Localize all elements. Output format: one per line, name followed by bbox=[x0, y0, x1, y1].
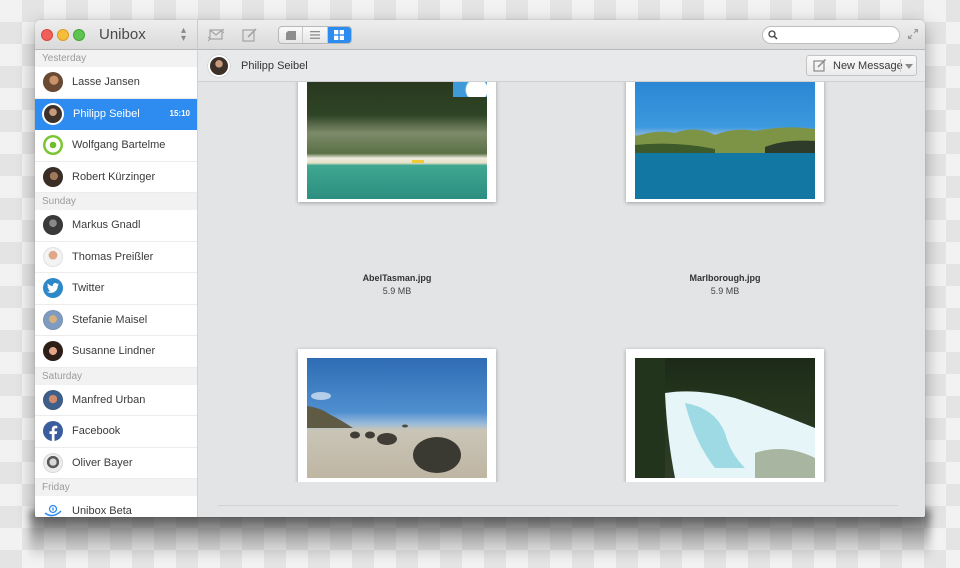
contact-name: Robert Kürzinger bbox=[72, 170, 156, 183]
split-divider bbox=[900, 59, 901, 72]
section-header-saturday: Saturday bbox=[35, 367, 197, 385]
contact-susanne-lindner[interactable]: Susanne Lindner bbox=[35, 336, 197, 368]
contact-name: Susanne Lindner bbox=[72, 345, 156, 358]
contact-oliver-bayer[interactable]: Oliver Bayer bbox=[35, 448, 197, 479]
toolbar-divider bbox=[197, 20, 198, 50]
avatar bbox=[43, 309, 63, 330]
contact-name: Stefanie Maisel bbox=[72, 313, 148, 326]
search-field[interactable] bbox=[762, 26, 900, 44]
fullscreen-icon[interactable] bbox=[907, 28, 919, 40]
conversation-view-icon bbox=[285, 30, 296, 40]
contact-thomas-preissler[interactable]: Thomas Preißler bbox=[35, 242, 197, 273]
toolbar: Unibox ▴ ▾ bbox=[35, 20, 925, 50]
attachment-thumbnail[interactable] bbox=[626, 82, 824, 202]
photo-waterfall bbox=[635, 358, 815, 478]
contact-stefanie-maisel[interactable]: Stefanie Maisel bbox=[35, 305, 197, 336]
section-header-yesterday: Yesterday bbox=[35, 50, 197, 67]
attachment-thumbnail[interactable] bbox=[298, 82, 496, 202]
avatar bbox=[43, 72, 63, 93]
contact-twitter[interactable]: Twitter bbox=[35, 273, 197, 305]
app-window: Unibox ▴ ▾ Yesterday Lasse Jansen Philip… bbox=[35, 20, 925, 517]
compose-icon[interactable] bbox=[241, 27, 259, 43]
twitter-logo-icon bbox=[43, 278, 63, 299]
new-message-button[interactable]: New Message bbox=[806, 55, 917, 76]
contact-name: Thomas Preißler bbox=[72, 250, 154, 263]
unibox-logo-icon bbox=[43, 501, 63, 517]
contact-robert-kurzinger[interactable]: Robert Kürzinger bbox=[35, 162, 197, 193]
avatar bbox=[43, 389, 63, 410]
list-view-icon bbox=[309, 31, 320, 39]
avatar bbox=[43, 166, 63, 187]
avatar bbox=[42, 102, 64, 125]
view-list-button[interactable] bbox=[303, 27, 328, 43]
contact-name: Wolfgang Bartelme bbox=[72, 139, 166, 152]
get-mail-icon[interactable] bbox=[207, 27, 225, 43]
section-header-sunday: Sunday bbox=[35, 193, 197, 210]
message-time: 15:10 bbox=[169, 109, 190, 119]
conversation-header: Philipp Seibel New Message bbox=[198, 50, 925, 82]
photo-bay-hills bbox=[635, 82, 815, 199]
contact-lasse-jansen[interactable]: Lasse Jansen bbox=[35, 67, 197, 99]
bartelme-logo-icon bbox=[43, 135, 63, 156]
avatar bbox=[43, 452, 63, 473]
attachment-thumbnail[interactable] bbox=[626, 349, 824, 482]
view-conversation-button[interactable] bbox=[279, 27, 304, 43]
attachment-thumbnail[interactable] bbox=[298, 349, 496, 482]
contact-name: Facebook bbox=[72, 425, 121, 438]
photo-boulders-beach bbox=[307, 358, 487, 478]
close-window-button[interactable] bbox=[41, 29, 53, 41]
conversation-contact-name: Philipp Seibel bbox=[241, 60, 308, 72]
conversation-list: Yesterday Lasse Jansen Philipp Seibel 15… bbox=[35, 50, 198, 517]
compose-icon bbox=[813, 59, 827, 72]
contact-facebook[interactable]: Facebook bbox=[35, 416, 197, 448]
attachments-gallery: AbelTasman.jpg 5.9 MB Marlborough.jpg 5.… bbox=[198, 82, 925, 482]
conversation-panel: Philipp Seibel New Message AbelTasman.jp… bbox=[198, 50, 925, 517]
contact-name: Markus Gnadl bbox=[72, 219, 141, 232]
contact-markus-gnadl[interactable]: Markus Gnadl bbox=[35, 210, 197, 242]
contact-unibox-beta[interactable]: Unibox Beta bbox=[35, 496, 197, 517]
view-mode-segmented-control bbox=[278, 26, 352, 44]
contact-name: Unibox Beta bbox=[72, 505, 132, 517]
contact-name: Manfred Urban bbox=[72, 393, 146, 406]
contact-name: Oliver Bayer bbox=[72, 456, 133, 469]
photo-forest-beach bbox=[307, 82, 487, 199]
search-input[interactable] bbox=[781, 28, 891, 42]
contact-name: Lasse Jansen bbox=[72, 76, 140, 89]
avatar bbox=[43, 215, 63, 236]
attachment-file-size: 5.9 MB bbox=[710, 286, 740, 296]
minimize-window-button[interactable] bbox=[57, 29, 69, 41]
contact-name: Philipp Seibel bbox=[73, 107, 140, 120]
dropdown-arrow-icon[interactable] bbox=[905, 64, 913, 69]
grid-view-icon bbox=[334, 30, 345, 40]
contact-philipp-seibel[interactable]: Philipp Seibel 15:10 bbox=[35, 98, 197, 130]
contact-name: Twitter bbox=[72, 282, 105, 295]
contact-manfred-urban[interactable]: Manfred Urban bbox=[35, 385, 197, 416]
contact-avatar bbox=[208, 55, 230, 77]
avatar bbox=[43, 246, 63, 267]
zoom-window-button[interactable] bbox=[73, 29, 85, 41]
new-message-label: New Message bbox=[833, 59, 903, 72]
attachment-file-size: 5.9 MB bbox=[382, 286, 412, 296]
app-title: Unibox bbox=[99, 26, 146, 43]
gallery-footer-divider bbox=[218, 505, 898, 506]
view-attachments-button[interactable] bbox=[327, 27, 351, 43]
attachment-file-name: Marlborough.jpg bbox=[689, 273, 761, 283]
search-icon bbox=[768, 30, 778, 40]
section-header-friday: Friday bbox=[35, 479, 197, 496]
account-switcher-chevron-icon[interactable]: ▴ ▾ bbox=[181, 26, 186, 44]
contact-wolfgang-bartelme[interactable]: Wolfgang Bartelme bbox=[35, 130, 197, 162]
facebook-logo-icon bbox=[43, 421, 63, 442]
attachment-file-name: AbelTasman.jpg bbox=[362, 273, 432, 283]
avatar bbox=[43, 341, 63, 362]
window-shadow bbox=[30, 510, 930, 560]
